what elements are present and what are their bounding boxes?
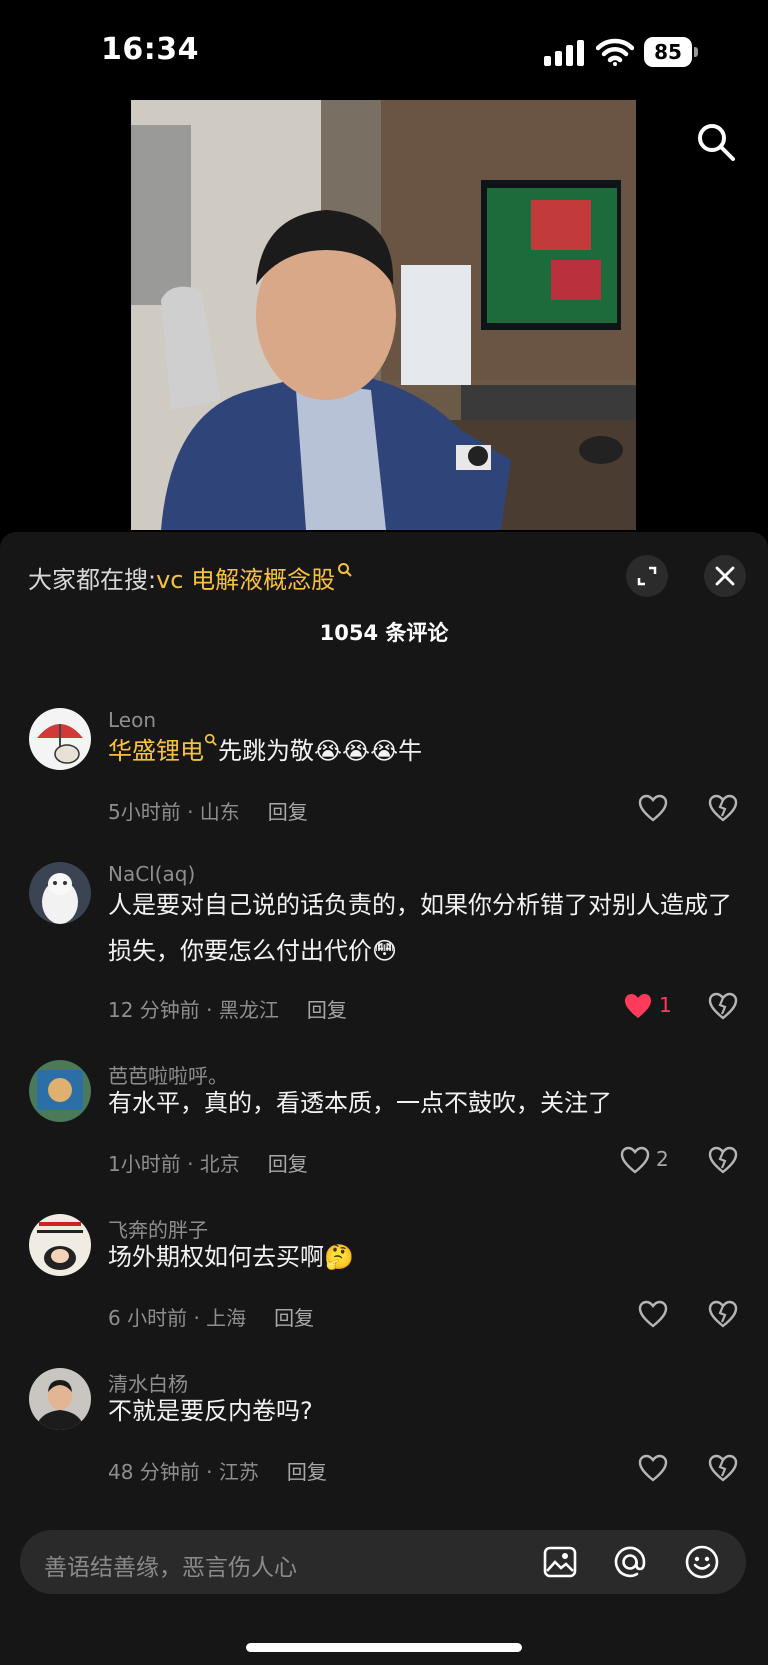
comment-text: 不就是要反内卷吗? — [108, 1397, 313, 1425]
search-icon[interactable] — [696, 122, 736, 162]
broken-heart-icon — [708, 1146, 738, 1174]
heart-icon — [638, 1300, 668, 1328]
avatar[interactable] — [29, 1214, 91, 1276]
dislike-button[interactable] — [708, 1454, 738, 1484]
reply-button[interactable]: 回复 — [287, 1460, 327, 1484]
reply-button[interactable]: 回复 — [268, 800, 308, 824]
comment-time-location: 48 分钟前 · 江苏 — [108, 1460, 259, 1484]
heart-icon — [638, 1454, 668, 1482]
comment-meta: 1小时前 · 北京 回复 — [108, 1148, 308, 1177]
comment-time-location: 6 小时前 · 上海 — [108, 1306, 247, 1330]
battery-level: 85 — [644, 37, 692, 67]
image-icon[interactable] — [542, 1544, 578, 1580]
broken-heart-icon — [708, 794, 738, 822]
broken-heart-icon — [708, 992, 738, 1020]
avatar[interactable] — [29, 1368, 91, 1430]
comment-input-bar[interactable]: 善语结善缘，恶言伤人心 — [20, 1530, 746, 1594]
comment-keyword-link[interactable]: 华盛锂电 — [108, 737, 204, 765]
dislike-button[interactable] — [708, 1146, 738, 1176]
like-count: 2 — [656, 1147, 669, 1171]
comment-time-location: 1小时前 · 北京 — [108, 1152, 240, 1176]
heart-icon — [638, 794, 668, 822]
search-suggestion[interactable]: 大家都在搜:vc 电解液概念股 — [28, 560, 353, 595]
avatar[interactable] — [29, 1060, 91, 1122]
dislike-button[interactable] — [708, 992, 738, 1022]
comment-text: 华盛锂电 先跳为敬😭😭😭牛 — [108, 728, 748, 774]
status-time: 16:34 — [101, 32, 199, 67]
reply-button[interactable]: 回复 — [307, 998, 347, 1022]
avatar[interactable] — [29, 862, 91, 924]
broken-heart-icon — [708, 1454, 738, 1482]
search-suggestion-keyword[interactable]: vc 电解液概念股 — [156, 566, 335, 594]
wifi-icon — [596, 38, 634, 66]
search-icon — [204, 733, 217, 746]
video-player[interactable] — [0, 100, 768, 530]
heart-icon — [620, 1146, 650, 1174]
close-icon — [715, 566, 735, 586]
home-indicator[interactable] — [246, 1643, 522, 1652]
comment-text-body: 先跳为敬😭😭😭牛 — [218, 737, 423, 765]
dislike-button[interactable] — [708, 794, 738, 824]
emoji-icon[interactable] — [684, 1544, 720, 1580]
comment-meta: 5小时前 · 山东 回复 — [108, 796, 308, 825]
status-bar: 16:34 85 — [0, 0, 768, 100]
battery-icon: 85 — [644, 37, 699, 67]
comment-text: 人是要对自己说的话负责的，如果你分析错了对别人造成了损失，你要怎么付出代价😳 — [108, 891, 732, 965]
search-suggestion-prefix: 大家都在搜: — [28, 566, 157, 594]
reply-button[interactable]: 回复 — [274, 1306, 314, 1330]
video-thumbnail — [131, 100, 636, 530]
signal-icon — [544, 40, 584, 66]
comment-meta: 48 分钟前 · 江苏 回复 — [108, 1456, 327, 1485]
heart-icon — [625, 994, 651, 1018]
reply-button[interactable]: 回复 — [268, 1152, 308, 1176]
expand-button[interactable] — [626, 555, 668, 597]
at-icon[interactable] — [612, 1544, 648, 1580]
comment-meta: 6 小时前 · 上海 回复 — [108, 1302, 314, 1331]
comment-input[interactable]: 善语结善缘，恶言伤人心 — [44, 1548, 297, 1582]
close-button[interactable] — [704, 555, 746, 597]
search-icon — [338, 563, 352, 577]
broken-heart-icon — [708, 1300, 738, 1328]
dislike-button[interactable] — [708, 1300, 738, 1330]
like-count: 1 — [659, 993, 672, 1017]
comment-time-location: 5小时前 · 山东 — [108, 800, 240, 824]
comment-time-location: 12 分钟前 · 黑龙江 — [108, 998, 279, 1022]
comment-text: 场外期权如何去买啊🤔 — [108, 1243, 354, 1271]
comment-meta: 12 分钟前 · 黑龙江 回复 — [108, 994, 347, 1023]
comment-count: 1054 条评论 — [319, 621, 449, 645]
expand-icon — [637, 566, 657, 586]
comment-text: 有水平，真的，看透本质，一点不鼓吹，关注了 — [108, 1089, 612, 1117]
avatar[interactable] — [29, 708, 91, 770]
